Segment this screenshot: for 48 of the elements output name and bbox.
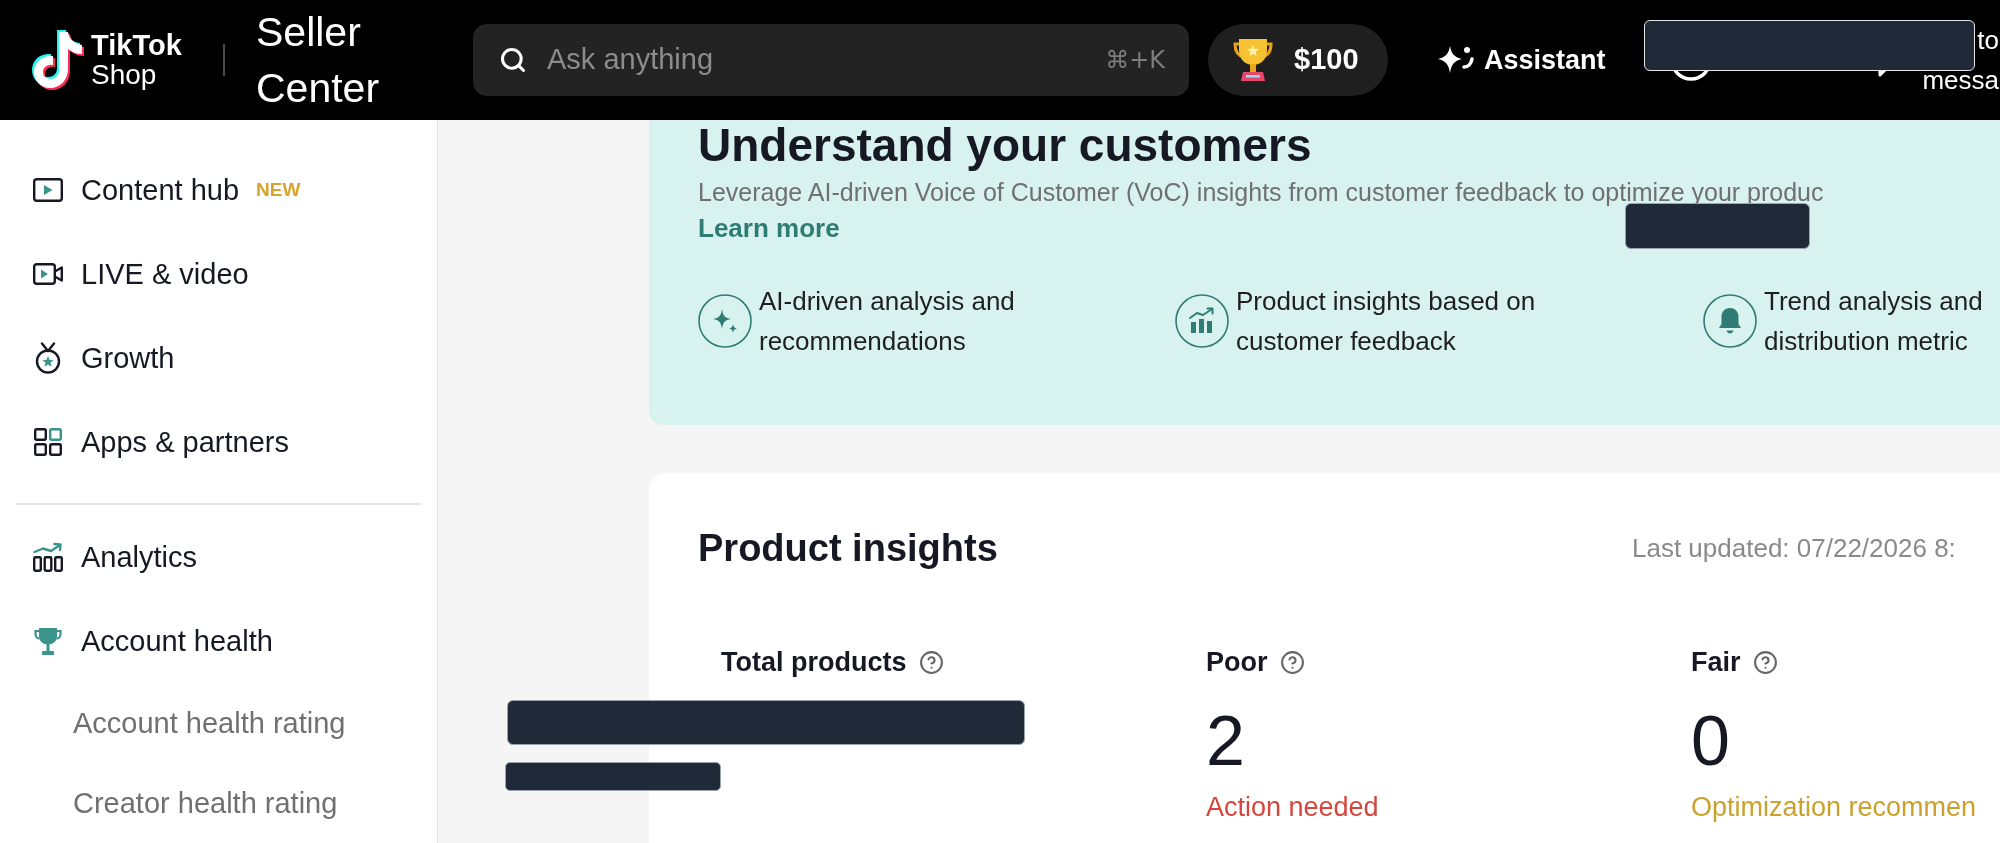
bar-chart-icon: [33, 542, 63, 572]
app-title: Seller Center: [256, 8, 381, 113]
metric-value: 0: [1691, 703, 1730, 779]
logo-text: TikTok: [91, 30, 182, 60]
logo-text: Shop: [91, 60, 157, 90]
help-icon[interactable]: [1279, 649, 1305, 675]
last-updated-text: Last updated: 07/22/2026 8:: [1632, 531, 1956, 565]
metric-label: Fair: [1691, 645, 1741, 679]
play-screen-icon: [33, 178, 63, 202]
trophy-icon: [34, 626, 62, 656]
card-title: Product insights: [698, 526, 998, 571]
sidebar-item[interactable]: Analytics: [33, 539, 198, 575]
help-icon[interactable]: [1752, 649, 1778, 675]
bar-chart-icon: [1175, 294, 1229, 348]
nav-label[interactable]: to: [1977, 20, 1999, 60]
sparkle-icon: [698, 294, 752, 348]
feature-text: Trend analysis and distribution metric: [1764, 285, 1984, 358]
banner-title: Understand your customers: [698, 120, 1312, 170]
search-input[interactable]: Ask anything: [547, 38, 1106, 82]
help-icon[interactable]: [918, 649, 944, 675]
metric-status: Action needed: [1206, 791, 1379, 824]
apps-grid-icon: [34, 428, 62, 456]
sidebar-subitem[interactable]: Account health rating: [73, 705, 346, 741]
feature-text: AI-driven analysis and recommendations: [759, 285, 1016, 358]
video-camera-icon: [33, 262, 63, 286]
reward-button[interactable]: $100: [1208, 24, 1388, 96]
sidebar-item[interactable]: Growth: [33, 340, 175, 376]
metric-status: Optimization recommen: [1691, 791, 1977, 824]
sidebar-item[interactable]: Account health: [33, 623, 273, 659]
shortcut-hint: ⌘+K: [1105, 45, 1165, 76]
medal-icon: [34, 342, 62, 374]
sidebar-item[interactable]: Content hub NEW: [33, 172, 301, 208]
bell-icon: [1703, 294, 1757, 348]
search-field[interactable]: Ask anything ⌘+K: [473, 24, 1189, 96]
music-note-logo-icon: [32, 30, 84, 90]
sidebar-item[interactable]: LIVE & video: [33, 256, 249, 292]
assistant-button[interactable]: Assistant: [1437, 39, 1606, 81]
sidebar-subitem[interactable]: Creator health rating: [73, 785, 338, 821]
trophy-icon: [1232, 37, 1274, 83]
banner-description: Leverage AI-driven Voice of Customer (VoC) insights from customer feedback to optimize your produc: [698, 177, 1824, 208]
new-label: NEW: [256, 178, 301, 202]
metric-label: Poor: [1206, 645, 1268, 679]
metric-label: Total products: [721, 645, 907, 679]
metric-value: 2: [1206, 703, 1245, 779]
sidebar-item[interactable]: Apps & partners: [33, 424, 289, 460]
learn-more-link[interactable]: Learn more: [698, 210, 840, 246]
search-icon: [499, 46, 527, 74]
feature-text: Product insights based on customer feedback: [1236, 285, 1537, 358]
